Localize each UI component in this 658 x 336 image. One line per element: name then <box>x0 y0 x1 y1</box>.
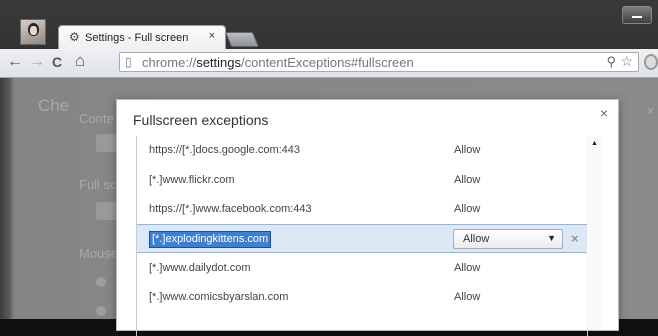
forward-icon[interactable]: → <box>29 53 45 71</box>
reload-icon[interactable]: C <box>52 54 62 70</box>
gear-icon: ⚙ <box>69 30 80 44</box>
pattern-edit-input[interactable]: [*.]explodingkittens.com <box>148 231 272 248</box>
exception-pattern: [*.]www.comicsbyarslan.com <box>149 291 289 303</box>
minimize-button[interactable] <box>622 6 652 24</box>
home-icon[interactable]: ⌂ <box>75 51 85 71</box>
ghost-close-icon: × <box>646 104 654 118</box>
chevron-down-icon: ▼ <box>547 233 556 243</box>
exception-row[interactable]: https://[*.]www.facebook.com:443 Allow <box>137 195 587 224</box>
setting-select[interactable]: Allow ▼ <box>453 229 563 249</box>
ghost-radio <box>96 277 106 287</box>
ghost-radio <box>96 306 106 316</box>
exception-setting: Allow <box>454 291 481 303</box>
exceptions-list: https://[*.]docs.google.com:443 Allow [*… <box>136 136 588 336</box>
exception-setting: Allow <box>454 174 481 186</box>
tab-title: Settings - Full screen <box>85 32 189 44</box>
scroll-up-icon[interactable]: ▲ <box>591 140 598 147</box>
scrollbar[interactable]: ▲ <box>587 136 601 330</box>
close-tab-icon[interactable]: × <box>209 30 215 42</box>
browser-frame: ⚙ Settings - Full screen × ← → C ⌂ ▯ chr… <box>0 0 658 336</box>
exception-pattern: [*.]www.flickr.com <box>149 174 235 186</box>
tab-settings[interactable]: ⚙ Settings - Full screen × <box>58 25 226 49</box>
toolbar: ← → C ⌂ ▯ chrome://settings/contentExcep… <box>0 49 658 78</box>
exception-row-selected[interactable]: [*.]explodingkittens.com Allow ▼ × <box>137 224 587 253</box>
zoom-icon[interactable]: ⚲ <box>606 54 616 70</box>
exception-pattern: https://[*.]www.facebook.com:443 <box>149 203 312 215</box>
setting-select-value: Allow <box>463 233 490 245</box>
url-text: chrome://settings/contentExceptions#full… <box>142 55 414 70</box>
exception-row[interactable]: [*.]www.comicsbyarslan.com Allow <box>137 283 587 312</box>
menu-icon[interactable] <box>644 54 658 70</box>
exception-setting: Allow <box>454 262 481 274</box>
close-icon[interactable]: × <box>600 105 608 121</box>
exception-row[interactable]: [*.]www.flickr.com Allow <box>137 166 587 195</box>
ghost-label: Conte <box>79 111 114 126</box>
fullscreen-exceptions-dialog: Fullscreen exceptions × https://[*.]docs… <box>116 99 619 336</box>
exception-setting: Allow <box>454 144 481 156</box>
exception-row[interactable]: https://[*.]docs.google.com:443 Allow <box>137 136 587 165</box>
ghost-label: Che <box>38 96 70 115</box>
new-tab-button[interactable] <box>224 32 260 47</box>
exception-row[interactable]: [*.]www.dailydot.com Allow <box>137 254 587 283</box>
back-icon[interactable]: ← <box>7 53 23 71</box>
exception-pattern: https://[*.]docs.google.com:443 <box>149 144 301 156</box>
address-bar[interactable]: ▯ chrome://settings/contentExceptions#fu… <box>119 52 639 72</box>
exception-setting: Allow <box>454 203 481 215</box>
dialog-title: Fullscreen exceptions <box>133 112 269 128</box>
ghost-label: Full sc <box>79 177 117 192</box>
ghost-label: Mouse <box>79 246 119 261</box>
profile-avatar[interactable] <box>20 19 46 45</box>
delete-icon[interactable]: × <box>571 231 579 246</box>
exception-pattern: [*.]www.dailydot.com <box>149 262 251 274</box>
page-icon: ▯ <box>125 55 132 69</box>
bookmark-star-icon[interactable]: ☆ <box>620 53 633 70</box>
